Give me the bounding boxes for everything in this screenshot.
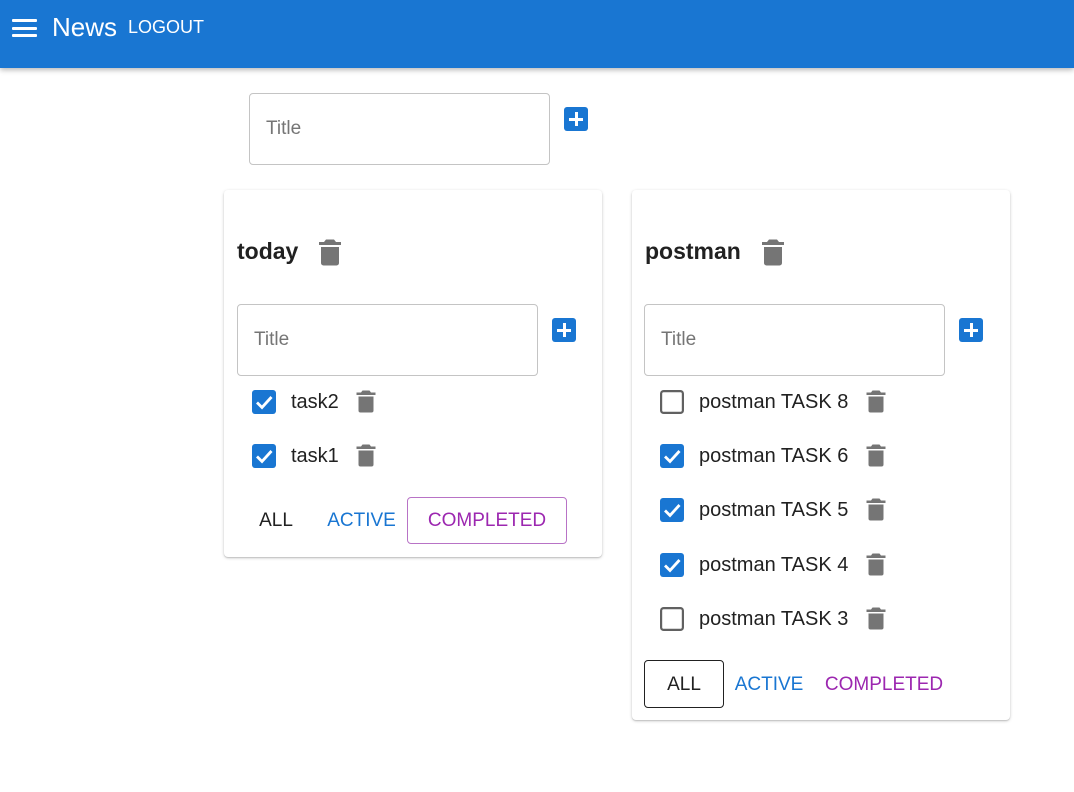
add-list-button[interactable] — [564, 107, 588, 131]
filter-completed-button[interactable]: COMPLETED — [817, 660, 951, 708]
checkbox-checked-icon[interactable] — [252, 390, 276, 414]
trash-icon[interactable] — [356, 444, 376, 467]
task-item: postman TASK 8 — [660, 387, 900, 417]
filter-active-button[interactable]: ACTIVE — [319, 497, 404, 544]
trash-icon[interactable] — [866, 498, 886, 521]
task-item: postman TASK 5 — [660, 495, 900, 525]
task-title-input[interactable] — [237, 304, 538, 376]
todolist-card-postman: postman postman TASK 8 postman TASK 6 po… — [632, 190, 1010, 720]
app-title: News — [52, 12, 118, 42]
task-label: postman TASK 8 — [699, 391, 849, 413]
filter-all-button[interactable]: ALL — [244, 497, 308, 544]
new-list-title-input[interactable] — [249, 93, 550, 165]
task-label: task1 — [291, 445, 339, 467]
task-item: postman TASK 3 — [660, 604, 900, 634]
filter-all-button[interactable]: ALL — [644, 660, 724, 708]
trash-icon[interactable] — [866, 553, 886, 576]
task-item: postman TASK 6 — [660, 441, 900, 471]
task-item: task2 — [252, 387, 402, 417]
task-label: task2 — [291, 391, 339, 413]
checkbox-checked-icon[interactable] — [660, 444, 684, 468]
checkbox-checked-icon[interactable] — [252, 444, 276, 468]
checkbox-checked-icon[interactable] — [660, 553, 684, 577]
add-task-button[interactable] — [959, 318, 983, 342]
task-label: postman TASK 6 — [699, 445, 849, 467]
todolist-title: postman — [645, 238, 741, 264]
logout-button[interactable]: LOGOUT — [128, 17, 204, 37]
filter-completed-button[interactable]: COMPLETED — [407, 497, 567, 544]
add-task-button[interactable] — [552, 318, 576, 342]
todolist-title: today — [237, 238, 299, 264]
trash-icon[interactable] — [318, 239, 342, 266]
checkbox-checked-icon[interactable] — [660, 498, 684, 522]
trash-icon[interactable] — [356, 390, 376, 413]
todolist-card-today: today task2 task1 ALL ACTIVE COMPLETED — [224, 190, 602, 557]
checkbox-unchecked-icon[interactable] — [660, 607, 684, 631]
task-label: postman TASK 4 — [699, 554, 849, 576]
app-bar: News LOGOUT — [0, 0, 1074, 68]
filter-active-button[interactable]: ACTIVE — [729, 660, 809, 708]
task-item: postman TASK 4 — [660, 550, 900, 580]
menu-icon[interactable] — [12, 17, 38, 39]
task-label: postman TASK 5 — [699, 499, 849, 521]
task-label: postman TASK 3 — [699, 608, 849, 630]
checkbox-unchecked-icon[interactable] — [660, 390, 684, 414]
trash-icon[interactable] — [866, 444, 886, 467]
trash-icon[interactable] — [866, 607, 886, 630]
trash-icon[interactable] — [866, 390, 886, 413]
task-title-input[interactable] — [644, 304, 945, 376]
task-item: task1 — [252, 441, 402, 471]
trash-icon[interactable] — [761, 239, 785, 266]
